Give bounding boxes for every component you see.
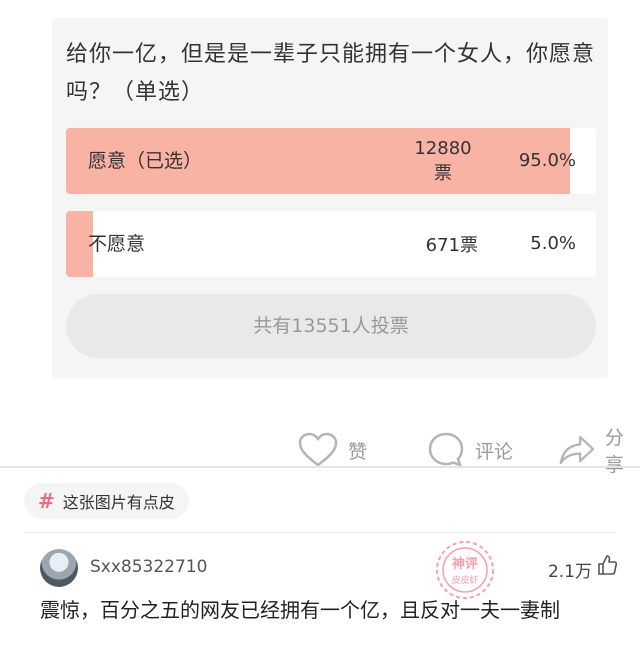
comment-text: 震惊，百分之五的网友已经拥有一个亿，且反对一夫一妻制 — [40, 598, 560, 622]
thumbs-up-icon[interactable] — [596, 554, 618, 576]
section-divider — [0, 466, 640, 468]
avatar[interactable] — [40, 549, 78, 587]
poll-card: 给你一亿，但是是一辈子只能拥有一个女人，你愿意吗？（单选） 愿意（已选） 128… — [52, 18, 608, 378]
poll-option-yes[interactable]: 愿意（已选） 12880票 95.0% — [66, 128, 596, 194]
topic-tag[interactable]: # 这张图片有点皮 — [24, 483, 189, 519]
heart-icon — [298, 432, 338, 467]
comment-like-count: 2.1万 — [547, 562, 592, 582]
total-votes-button[interactable]: 共有13551人投票 — [66, 294, 596, 358]
comment-username[interactable]: Sxx85322710 — [90, 557, 207, 577]
option-label: 愿意（已选） — [88, 150, 203, 172]
tag-label: 这张图片有点皮 — [62, 493, 175, 512]
hashtag-icon: # — [38, 489, 55, 513]
poll-question: 给你一亿，但是是一辈子只能拥有一个女人，你愿意吗？（单选） — [66, 42, 596, 105]
comment-bubble-icon — [428, 432, 464, 468]
shenping-badge-icon: 神评 皮皮虾 — [436, 541, 494, 599]
share-icon — [559, 435, 595, 465]
option-percent: 5.0% — [530, 233, 576, 254]
comment-label: 评论 — [475, 440, 514, 463]
option-votes: 12880票 — [414, 137, 472, 184]
svg-text:神评: 神评 — [452, 556, 478, 572]
share-label: 分享 — [604, 427, 624, 476]
option-votes: 671票 — [425, 235, 478, 256]
comment-divider — [24, 532, 616, 533]
like-label: 赞 — [348, 440, 368, 463]
option-label: 不愿意 — [88, 233, 146, 255]
svg-text:皮皮虾: 皮皮虾 — [451, 574, 478, 586]
poll-option-no[interactable]: 不愿意 671票 5.0% — [66, 211, 596, 277]
option-percent: 95.0% — [518, 150, 576, 171]
